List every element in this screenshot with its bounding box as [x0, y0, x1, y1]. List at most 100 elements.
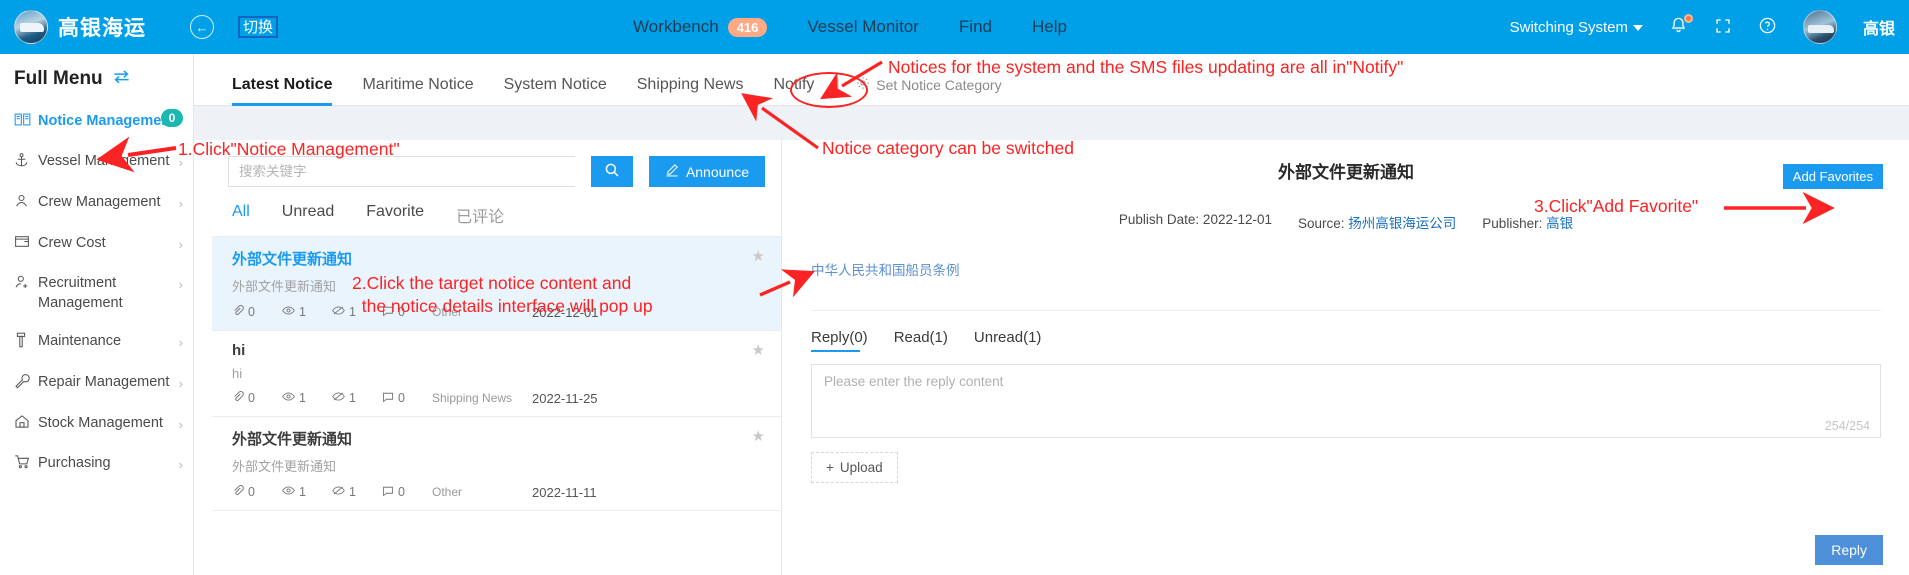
reply-submit-button[interactable]: Reply	[1815, 535, 1883, 565]
sidebar-item-recruitment-management[interactable]: Recruitment Management ›	[0, 264, 193, 322]
notice-list-item[interactable]: 外部文件更新通知 外部文件更新通知 0	[212, 237, 781, 331]
notification-dot	[1683, 14, 1693, 23]
reply-char-counter: 254/254	[1824, 419, 1870, 433]
unread-count: 1	[332, 484, 378, 500]
star-icon[interactable]: ★	[752, 247, 765, 265]
sidebar-item-crew-management[interactable]: Crew Management ›	[0, 183, 193, 224]
document-link[interactable]: 中华人民共和国船员条例	[811, 263, 960, 278]
fullscreen-icon[interactable]	[1714, 17, 1732, 38]
announce-label: Announce	[685, 163, 749, 180]
tab-system-notice[interactable]: System Notice	[504, 76, 607, 105]
tab-unread[interactable]: Unread(1)	[974, 329, 1042, 352]
tab-read[interactable]: Read(1)	[894, 329, 948, 352]
switching-system-label: Switching System	[1509, 18, 1628, 36]
comment-icon	[382, 485, 394, 500]
chevron-right-icon: ›	[178, 155, 183, 170]
full-menu-label: Full Menu	[14, 68, 103, 89]
read-count: 1	[282, 484, 328, 500]
switch-button[interactable]: 切换	[238, 16, 279, 38]
search-button[interactable]	[590, 156, 633, 187]
sidebar-item-label: Vessel Management	[38, 153, 170, 169]
workbench-badge: 416	[727, 17, 768, 37]
publisher-value: 高银	[1546, 216, 1574, 231]
tab-reply[interactable]: Reply(0)	[811, 329, 868, 352]
topnav-label: Workbench	[633, 17, 719, 36]
notice-category: Other	[432, 305, 463, 319]
cart-icon	[14, 453, 38, 475]
filter-favorite[interactable]: Favorite	[366, 203, 424, 227]
tab-latest-notice[interactable]: Latest Notice	[232, 76, 333, 106]
avatar[interactable]	[1802, 10, 1837, 44]
add-favorites-button[interactable]: Add Favorites	[1782, 164, 1883, 189]
topnav-item-workbench[interactable]: Workbench 416	[633, 17, 768, 37]
sidebar-item-repair-management[interactable]: Repair Management ›	[0, 363, 193, 404]
upload-label: Upload	[839, 460, 883, 475]
topnav-item-vessel-monitor[interactable]: Vessel Monitor	[807, 17, 919, 37]
filter-unread[interactable]: Unread	[282, 203, 334, 227]
publisher: Publisher: 高银	[1482, 212, 1573, 232]
tab-maritime-notice[interactable]: Maritime Notice	[362, 76, 473, 105]
sidebar-item-crew-cost[interactable]: Crew Cost ›	[0, 224, 193, 264]
sidebar-item-label: Purchasing	[38, 455, 111, 471]
paperclip-icon	[232, 304, 244, 320]
full-menu-header[interactable]: Full Menu	[0, 54, 193, 102]
attachment-count: 0	[232, 390, 278, 406]
search-row: Announce	[212, 140, 781, 187]
chevron-right-icon: ›	[178, 457, 183, 472]
source-value: 扬州高银海运公司	[1348, 216, 1457, 231]
star-icon[interactable]: ★	[752, 341, 765, 359]
notice-date: 2022-12-01	[532, 304, 599, 320]
read-value: 1	[299, 305, 306, 319]
set-notice-category-button[interactable]: Set Notice Category	[856, 76, 1002, 105]
attachment-value: 0	[248, 391, 255, 405]
notice-desc: hi	[232, 366, 243, 381]
sidebar-item-label: Stock Management	[38, 415, 163, 431]
filter-commented[interactable]: 已评论	[456, 203, 504, 227]
eye-icon	[282, 390, 295, 406]
sidebar-notice-badge: 0	[161, 109, 183, 127]
sidebar-item-maintenance[interactable]: Maintenance ›	[0, 322, 193, 363]
back-arrow-icon[interactable]: ←	[190, 15, 214, 39]
company-logo-icon	[14, 10, 48, 44]
bell-icon[interactable]	[1669, 14, 1693, 38]
read-count: 1	[282, 390, 328, 406]
attachment-count: 0	[232, 304, 278, 320]
read-value: 1	[299, 391, 306, 405]
search-input[interactable]	[228, 156, 575, 187]
question-circle-icon[interactable]	[1758, 16, 1777, 38]
reply-textarea[interactable]: Please enter the reply content 254/254	[811, 364, 1881, 438]
sidebar-item-stock-management[interactable]: Stock Management ›	[0, 404, 193, 444]
publish-date: Publish Date: 2022-12-01	[1118, 212, 1272, 227]
comment-count: 0	[382, 391, 428, 406]
detail-metadata: Publish Date: 2022-12-01 Source: 扬州高银海运公…	[783, 183, 1909, 232]
notice-list-item[interactable]: 外部文件更新通知 外部文件更新通知 0	[212, 417, 781, 511]
sidebar-item-purchasing[interactable]: Purchasing ›	[0, 444, 193, 484]
notice-title: 外部文件更新通知	[232, 251, 353, 268]
notice-list-item[interactable]: hi hi 0 1 1 0 Shipping News 2022-11-25 ★	[212, 331, 781, 417]
sidebar-item-notice-management[interactable]: Notice Management 0	[0, 102, 193, 142]
star-icon[interactable]: ★	[752, 427, 765, 445]
announce-button[interactable]: Announce	[648, 156, 765, 187]
sidebar-item-label: Repair Management	[38, 374, 170, 390]
topnav-item-help[interactable]: Help	[1032, 17, 1067, 37]
switching-system-button[interactable]: Switching System	[1510, 19, 1643, 36]
topnav-item-find[interactable]: Find	[959, 17, 992, 37]
tab-notify[interactable]: Notify	[773, 76, 814, 105]
paperclip-icon	[232, 390, 244, 406]
reply-placeholder: Please enter the reply content	[824, 374, 1004, 389]
tab-shipping-news[interactable]: Shipping News	[637, 76, 744, 105]
topnav-label: Find	[958, 17, 992, 36]
chevron-right-icon: ›	[178, 417, 183, 432]
notice-filters: All Unread Favorite 已评论	[212, 187, 781, 237]
filter-all[interactable]: All	[232, 203, 250, 227]
comment-count: 0	[382, 485, 428, 500]
sidebar-item-label: Crew Cost	[38, 235, 106, 251]
notice-tabbar: Latest Notice Maritime Notice System Not…	[194, 54, 1909, 106]
publisher-label: Publisher:	[1482, 216, 1543, 231]
app-root: 高银海运 ← 切换 Workbench 416 Vessel Monitor F…	[0, 0, 1909, 575]
eye-slash-icon	[332, 390, 345, 406]
notice-title: hi	[232, 342, 246, 359]
sidebar-item-vessel-management[interactable]: Vessel Management ›	[0, 142, 193, 183]
upload-button[interactable]: + Upload	[811, 452, 898, 483]
gear-icon	[856, 76, 870, 93]
